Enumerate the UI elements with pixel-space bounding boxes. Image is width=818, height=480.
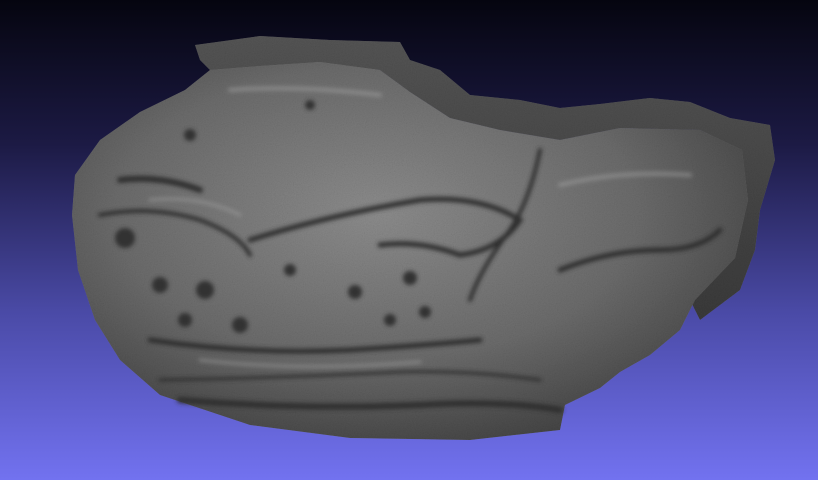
stone-mesh-render[interactable] <box>0 0 818 480</box>
3d-viewport[interactable] <box>0 0 818 480</box>
